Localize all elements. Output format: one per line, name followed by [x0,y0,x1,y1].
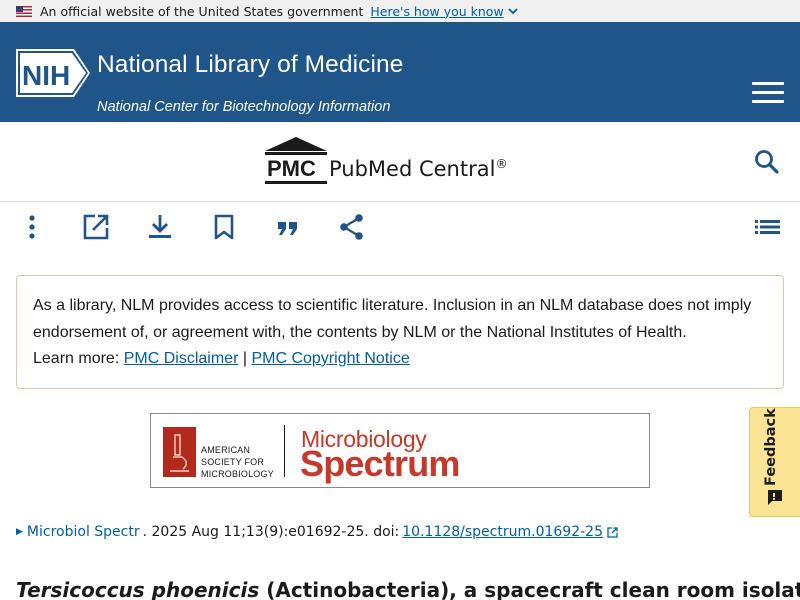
article-toolbar [0,202,800,250]
share-button[interactable] [338,213,366,241]
link-separator: | [242,350,247,367]
doi-link[interactable]: 10.1128/spectrum.01692-25 [402,524,603,540]
asm-line-3: MICROBIOLOGY [201,469,274,479]
citation-details: . 2025 Aug 11;13(9):e01692-25. doi: [142,524,400,540]
article-citation: ▶ Microbiol Spectr . 2025 Aug 11;13(9):e… [16,524,618,540]
expand-triangle-icon[interactable]: ▶ [16,527,23,537]
chevron-down-icon [508,7,518,14]
microscope-logo-icon [163,427,196,477]
gov-banner: An official website of the United States… [0,0,800,22]
hamburger-icon-bar [752,91,784,94]
nih-title[interactable]: National Library of Medicine [97,51,403,79]
external-link-icon [607,526,618,538]
download-button[interactable] [146,213,174,241]
nih-header: NIH National Library of Medicine Nationa… [0,22,800,122]
pmc-header: PMC PubMed Central® [0,122,800,202]
article-title-species: Tersicoccus phoenicis [16,578,260,600]
nlm-disclaimer: As a library, NLM provides access to sci… [16,275,784,389]
article-title: Tersicoccus phoenicis (Actinobacteria), … [16,578,800,600]
cite-quote-icon [278,222,297,235]
nih-logo-text: NIH [22,60,70,91]
download-icon [149,215,171,238]
pmc-logo-text: PMC [267,156,316,181]
pmc-disclaimer-link[interactable]: PMC Disclaimer [124,350,239,367]
bookmark-button[interactable] [210,213,238,241]
journal-link[interactable]: Microbiol Spectr [27,524,140,540]
more-vertical-icon [29,215,35,239]
pmc-copyright-notice-link[interactable]: PMC Copyright Notice [251,350,409,367]
feedback-label: Feedback [763,408,779,486]
pmc-name[interactable]: PubMed Central® [329,157,507,181]
nih-logo-icon: NIH [16,49,90,97]
bookmark-icon [214,214,234,240]
journal-banner-link[interactable]: AMERICAN SOCIETY FOR MICROBIOLOGY Microb… [150,413,650,488]
search-icon[interactable] [754,149,780,175]
table-of-contents-icon [755,220,780,234]
heres-how-you-know-label: Here's how you know [370,3,504,19]
learn-more-label: Learn more: [33,350,120,367]
table-of-contents-button[interactable] [754,213,782,241]
share-icon [340,214,363,240]
menu-button[interactable] [752,82,784,104]
feedback-chat-icon [768,490,782,505]
hamburger-icon-bar [752,100,784,103]
article-title-rest: (Actinobacteria), a spacecraft clean roo… [259,578,800,600]
asm-line-2: SOCIETY FOR [201,457,265,467]
feedback-button[interactable]: Feedback [749,407,800,517]
banner-divider [284,425,285,477]
open-in-new-tab-button[interactable] [82,213,110,241]
us-flag-icon [16,5,32,17]
disclaimer-text: As a library, NLM provides access to sci… [33,297,752,341]
heres-how-you-know-link[interactable]: Here's how you know [370,3,518,19]
hamburger-icon-bar [752,82,784,85]
nih-subtitle: National Center for Biotechnology Inform… [97,99,391,115]
pmc-logo-icon: PMC [265,137,327,184]
journal-name-line-2: Spectrum [300,443,460,484]
cite-button[interactable] [274,213,302,241]
asm-publisher-name: AMERICAN SOCIETY FOR MICROBIOLOGY [201,444,274,480]
open-external-icon [83,214,109,240]
more-actions-button[interactable] [18,213,46,241]
pmc-name-text: PubMed Central [329,157,496,181]
asm-line-1: AMERICAN [201,445,251,455]
gov-banner-text: An official website of the United States… [40,3,364,19]
registered-mark: ® [495,157,508,171]
